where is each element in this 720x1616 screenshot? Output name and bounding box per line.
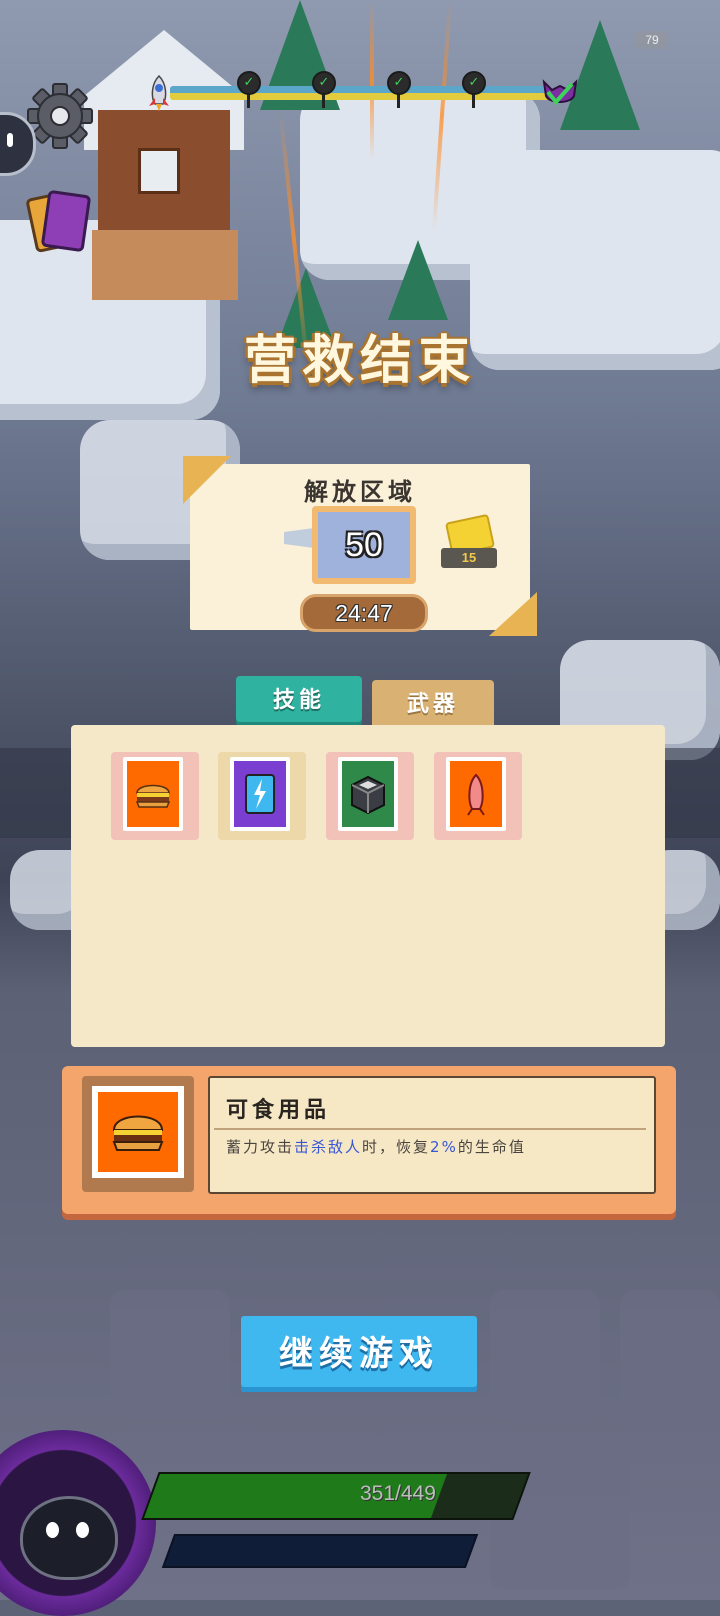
- liberated-area-label: 解放区域: [304, 478, 416, 506]
- item-detail-divider: [214, 1128, 646, 1130]
- burger-icon: [112, 1115, 164, 1151]
- level-progress-track: [170, 86, 550, 100]
- card-fill: [342, 761, 394, 827]
- horn-icon: [467, 773, 485, 816]
- skill-slot-energy-cards[interactable]: [218, 752, 306, 840]
- burger-icon: [135, 784, 171, 808]
- tab-weapons[interactable]: 武器: [372, 680, 494, 730]
- cabin-window: [138, 148, 180, 194]
- card-fill: [127, 761, 179, 827]
- card-paper: [446, 757, 506, 831]
- card-fill: [450, 761, 502, 827]
- skill-slot-horn[interactable]: [434, 752, 522, 840]
- cabin: [84, 30, 244, 300]
- floor-tile: [620, 1290, 720, 1430]
- pine-tree: [388, 240, 448, 320]
- desc-highlight-percent: 2%: [430, 1138, 458, 1156]
- player-avatar: [20, 1496, 118, 1580]
- fps-counter: 79: [636, 31, 668, 49]
- boss-demon-icon: [542, 79, 578, 106]
- checkpoint-check-icon: ✓: [462, 71, 486, 95]
- liberated-area-value: 50: [312, 506, 416, 584]
- desc-text-part: 的生命值: [457, 1138, 526, 1156]
- tab-skills[interactable]: 技能: [236, 676, 362, 738]
- card-deck-icon[interactable]: [24, 186, 94, 256]
- checkpoint-check-icon: ✓: [237, 71, 261, 95]
- item-detail-description: 蓄力攻击击杀敌人时，恢复2%的生命值: [226, 1136, 526, 1157]
- health-value: 351/449: [360, 1482, 436, 1505]
- desc-text-part: 时，恢复: [362, 1138, 431, 1156]
- settings-gear-icon[interactable]: [26, 82, 94, 150]
- armor-box-icon: [351, 775, 385, 815]
- continue-game-button[interactable]: 继续游戏: [241, 1316, 477, 1392]
- ticket-count: 15: [441, 548, 497, 568]
- rocket-icon: [149, 74, 169, 111]
- desc-highlight-kill: 击杀敌人: [294, 1138, 363, 1156]
- avatar-eye: [76, 1522, 89, 1538]
- floor-tile: [490, 1290, 600, 1420]
- checkpoint-check-icon: ✓: [387, 71, 411, 95]
- item-detail-burger-icon: [98, 1092, 178, 1172]
- skill-slot-armor-box[interactable]: [326, 752, 414, 840]
- chat-eye: [7, 133, 13, 147]
- skill-slot-burger[interactable]: [111, 752, 199, 840]
- card-paper: [123, 757, 183, 831]
- card-paper: [338, 757, 398, 831]
- desc-text-part: 蓄力攻击: [226, 1138, 295, 1156]
- avatar-eye: [46, 1522, 59, 1538]
- floor-tile: [110, 1290, 230, 1420]
- checkpoint-check-icon: ✓: [312, 71, 336, 95]
- elapsed-time: 24:47: [300, 594, 428, 632]
- cabin-porch: [92, 230, 238, 300]
- item-detail-title: 可食用品: [226, 1098, 331, 1123]
- energy-card-icon: [245, 774, 275, 814]
- card-fill: [234, 761, 286, 827]
- card-paper: [230, 757, 290, 831]
- light-beam: [370, 0, 374, 160]
- rescue-complete-title: 营救结束: [243, 331, 476, 391]
- pine-tree: [560, 20, 640, 130]
- energy-bar: [161, 1534, 479, 1568]
